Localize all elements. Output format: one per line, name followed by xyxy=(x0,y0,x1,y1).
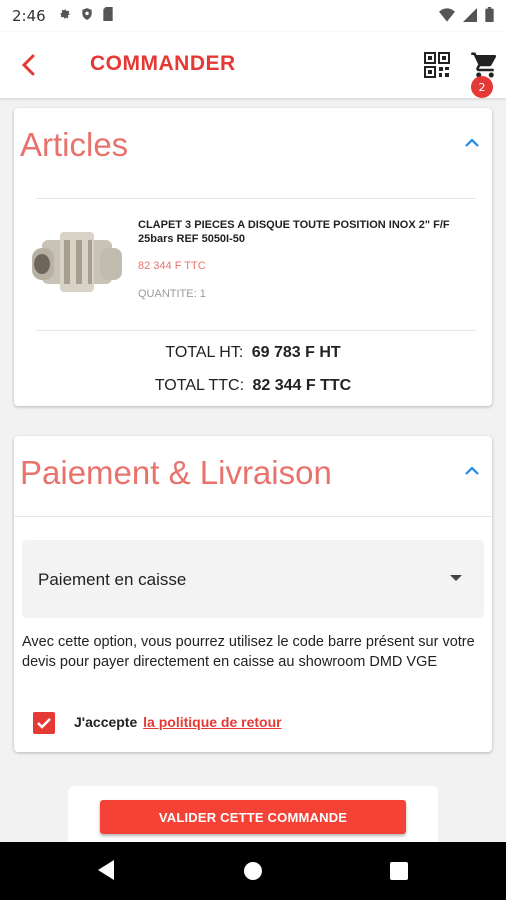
product-name: CLAPET 3 PIECES A DISQUE TOUTE POSITION … xyxy=(138,219,450,245)
accept-policy-checkbox[interactable] xyxy=(33,712,55,734)
articles-divider xyxy=(36,198,476,199)
shield-icon xyxy=(80,7,94,25)
system-nav-bar xyxy=(0,842,506,900)
total-ttc-value: 82 344 F TTC xyxy=(252,377,352,394)
payment-description: Avec cette option, vous pourrez utilisez… xyxy=(22,634,475,670)
cart-badge: 2 xyxy=(471,76,493,98)
status-time: 2:46 xyxy=(12,7,46,25)
total-ttc-label: TOTAL TTC: xyxy=(154,377,245,394)
status-bar: 2:46 xyxy=(0,0,506,32)
payment-divider xyxy=(14,516,492,517)
settings-icon xyxy=(58,7,72,25)
nav-home-icon[interactable] xyxy=(243,861,263,886)
back-arrow-icon[interactable] xyxy=(14,50,44,80)
dropdown-arrow-icon xyxy=(450,575,462,581)
product-image xyxy=(20,218,132,300)
battery-icon xyxy=(485,6,494,26)
collapse-payment-icon[interactable] xyxy=(462,464,482,478)
articles-title: Articles xyxy=(20,126,129,163)
sd-card-icon xyxy=(102,7,114,25)
qr-code-icon[interactable] xyxy=(424,52,450,78)
total-ht-value: 69 783 F HT xyxy=(251,344,341,361)
validate-order-button[interactable]: VALIDER CETTE COMMANDE xyxy=(100,800,406,834)
total-ht-label: TOTAL HT: xyxy=(165,344,244,361)
accept-policy-label: J'accepte la politique de retour xyxy=(74,714,282,730)
nav-back-icon[interactable] xyxy=(96,859,116,886)
product-quantity: QUANTITE: 1 xyxy=(138,288,206,300)
accept-text: J'accepte xyxy=(74,714,138,730)
payment-title: Paiement & Livraison xyxy=(20,454,332,491)
collapse-articles-icon[interactable] xyxy=(462,136,482,150)
return-policy-link[interactable]: la politique de retour xyxy=(143,714,281,730)
total-ht-row: TOTAL HT: 69 783 F HT xyxy=(0,344,506,362)
page-title: COMMANDER xyxy=(90,52,236,75)
signal-icon xyxy=(463,7,477,26)
product-price: 82 344 F TTC xyxy=(138,260,206,272)
payment-method-value: Paiement en caisse xyxy=(38,570,187,589)
payment-method-select[interactable]: Paiement en caisse xyxy=(22,540,484,618)
wifi-icon xyxy=(439,7,455,26)
app-bar: COMMANDER 2 xyxy=(0,32,506,98)
totals-divider xyxy=(36,330,476,331)
total-ttc-row: TOTAL TTC: 82 344 F TTC xyxy=(0,377,506,395)
nav-recents-icon[interactable] xyxy=(390,862,408,885)
